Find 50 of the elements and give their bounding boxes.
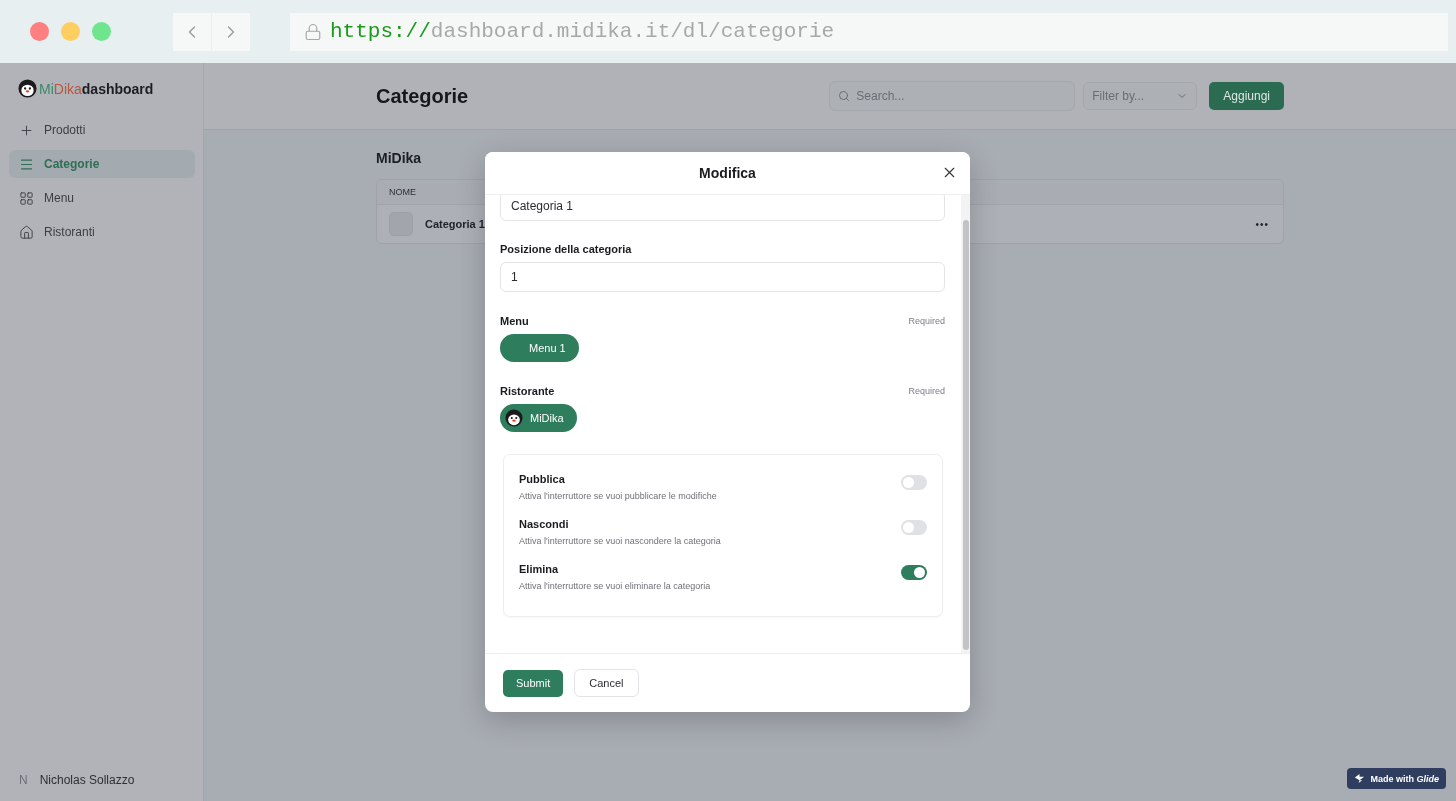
- cancel-button[interactable]: Cancel: [574, 669, 639, 697]
- required-note: Required: [908, 386, 945, 396]
- toggle-switch[interactable]: [901, 520, 927, 535]
- menu-icon: [19, 156, 34, 172]
- search-icon: [838, 90, 851, 102]
- switch-label: Nascondi: [519, 518, 570, 530]
- plus-icon: [19, 122, 34, 138]
- user-initial: N: [19, 773, 28, 787]
- grid-icon: [19, 190, 34, 206]
- required-note: Required: [908, 316, 945, 326]
- position-field[interactable]: 1: [500, 262, 945, 292]
- made-with-badge[interactable]: Made with Glide: [1347, 768, 1446, 789]
- forward-button[interactable]: [212, 12, 250, 51]
- name-field[interactable]: Categoria 1: [500, 195, 945, 221]
- switch-description: Attiva l'interruttore se vuoi eliminare la categoria: [519, 581, 711, 591]
- sidebar-item[interactable]: Prodotti: [9, 116, 195, 144]
- field-label: Menu: [500, 315, 529, 327]
- user-name[interactable]: Nicholas Sollazzo: [39, 773, 135, 787]
- add-button[interactable]: Aggiungi: [1209, 82, 1284, 110]
- dialog-title: Modifica: [699, 165, 756, 181]
- field-label: Posizione della categoria: [500, 243, 632, 255]
- table-cell-text: Categoria 1: [425, 218, 486, 230]
- more-options-button[interactable]: •••: [1255, 218, 1269, 230]
- back-button[interactable]: [173, 12, 211, 51]
- switch-label: Pubblica: [519, 473, 566, 485]
- minimize-window-button[interactable]: [61, 22, 80, 41]
- penguin-icon: [18, 79, 37, 98]
- sidebar-item[interactable]: Menu: [9, 184, 195, 212]
- toggle-switch[interactable]: [901, 565, 927, 580]
- toggle-switch[interactable]: [901, 475, 927, 490]
- switch-label: Elimina: [519, 563, 560, 575]
- selection-chip[interactable]: Menu 1: [500, 334, 579, 362]
- submit-button[interactable]: Submit: [503, 669, 564, 697]
- selection-chip[interactable]: MiDika: [500, 404, 577, 432]
- lock-icon: [304, 22, 322, 41]
- penguin-icon: [505, 409, 523, 427]
- maximize-window-button[interactable]: [92, 22, 111, 41]
- house-icon: [19, 224, 34, 240]
- scrollbar-thumb[interactable]: [963, 220, 969, 650]
- lightning-icon: [1354, 773, 1366, 784]
- sidebar-item[interactable]: Ristoranti: [9, 218, 195, 246]
- logo-text: MiDikadashboard: [39, 80, 154, 97]
- sidebar-item[interactable]: Categorie: [9, 150, 195, 178]
- page-title: Categorie: [376, 84, 470, 108]
- switch-description: Attiva l'interruttore se vuoi nascondere la categoria: [519, 536, 721, 546]
- section-title: MiDika: [376, 150, 423, 166]
- close-window-button[interactable]: [30, 22, 49, 41]
- address-bar[interactable]: https://dashboard.midika.it/dl/categorie: [290, 12, 1448, 51]
- switch-description: Attiva l'interruttore se vuoi pubblicare le modifiche: [519, 491, 717, 501]
- field-label: Ristorante: [500, 385, 555, 397]
